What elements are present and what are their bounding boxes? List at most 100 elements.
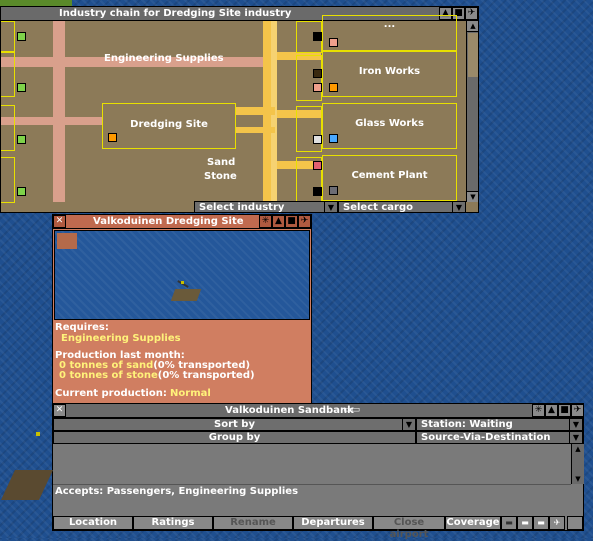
station-title: Valkoduinen Sandbank (225, 405, 354, 416)
select-cargo-dropdown[interactable]: Select cargo ▼ (338, 201, 466, 212)
current-production: Current production: Normal (55, 388, 211, 399)
industry-color-swatch (329, 134, 338, 143)
scroll-up-icon[interactable]: ▲ (572, 444, 584, 454)
cargo-label-stone: Stone (204, 171, 237, 182)
cargo-color-swatch (313, 32, 322, 41)
left-industry-box-2[interactable] (1, 51, 15, 97)
dropdown-arrow-icon: ▼ (324, 202, 337, 212)
ratings-button[interactable]: Ratings (133, 516, 213, 530)
cargo-list-scrollbar[interactable]: ▲ ▼ (571, 444, 584, 484)
shade-icon[interactable]: ▲ (545, 404, 558, 417)
chain-title: Industry chain for Dredging Site industr… (59, 8, 292, 19)
cargo-color-swatch (313, 83, 322, 92)
close-icon[interactable]: ✕ (53, 215, 66, 228)
cargo-color-swatch (313, 69, 322, 78)
center-industry-label: Dredging Site (130, 119, 208, 130)
station-titlebar[interactable]: ✕ Valkoduinen Sandbank ▭▭ ✳ ▲ ■ ✈ (53, 404, 584, 418)
scroll-down-icon[interactable]: ▼ (467, 191, 478, 202)
dropdown-arrow-icon: ▼ (452, 202, 465, 212)
rename-button[interactable]: Rename (213, 516, 293, 530)
right-connector-box-2 (296, 55, 322, 101)
pin-icon[interactable]: ✈ (465, 7, 478, 20)
right-industry-box-iron-works[interactable]: Iron Works (322, 51, 457, 97)
cargo-line-right-h1 (235, 107, 275, 115)
grouping-dropdown[interactable]: Source-Via-Destination ▼ (416, 431, 583, 444)
dredger-ship-sprite (1, 470, 53, 500)
debug-icon[interactable]: ✳ (259, 215, 272, 228)
plane-list-icon[interactable]: ✈ (549, 516, 565, 530)
cargo-label-engineering-supplies: Engineering Supplies (104, 53, 224, 64)
iron-works-label: Iron Works (358, 66, 421, 77)
industry-viewport[interactable] (54, 230, 310, 320)
pin-icon[interactable]: ✈ (298, 215, 311, 228)
right-industry-top-label: ... (383, 19, 396, 30)
scroll-thumb[interactable] (468, 33, 478, 77)
dropdown-arrow-icon: ▼ (569, 419, 582, 430)
cargo-color-swatch (17, 32, 26, 41)
grass-patch (0, 0, 72, 6)
glass-works-label: Glass Works (355, 118, 424, 129)
right-connector-box-3 (296, 106, 322, 152)
cargo-list[interactable] (53, 444, 571, 485)
cargo-line-left (53, 21, 65, 202)
close-airport-button[interactable]: Close airport (373, 516, 445, 540)
shade-icon[interactable]: ▲ (272, 215, 285, 228)
industry-color-swatch (108, 133, 117, 142)
sort-by-dropdown[interactable]: Sort by ▼ (53, 418, 416, 431)
right-industry-box-cement-plant[interactable]: Cement Plant (322, 155, 457, 201)
sticky-icon[interactable]: ■ (285, 215, 298, 228)
industry-window: ✕ Valkoduinen Dredging Site ✳ ▲ ■ ✈ Requ… (52, 214, 312, 406)
cargo-color-swatch (17, 83, 26, 92)
production-line-stone: 0 tonnes of stone(0% transported) (59, 370, 255, 381)
ship-list-icon[interactable]: ▬ (533, 516, 549, 530)
requires-value: Engineering Supplies (61, 333, 181, 344)
dredging-site-sprite (170, 289, 202, 301)
station-window: ✕ Valkoduinen Sandbank ▭▭ ✳ ▲ ■ ✈ Sort b… (52, 403, 584, 540)
departures-button[interactable]: Departures (293, 516, 373, 530)
left-industry-box-3[interactable] (1, 105, 15, 151)
industry-color-swatch (329, 38, 338, 47)
cargo-label-sand: Sand (207, 157, 236, 168)
industry-corner-sprite (57, 233, 77, 249)
vehicle-types-icon: ▭▭ (343, 405, 361, 415)
dropdown-arrow-icon: ▼ (569, 432, 582, 443)
select-industry-dropdown[interactable]: Select industry ▼ (194, 201, 338, 212)
cargo-color-swatch (17, 135, 26, 144)
cargo-color-swatch (17, 187, 26, 196)
truck-list-icon[interactable]: ▬ (517, 516, 533, 530)
scroll-up-icon[interactable]: ▲ (467, 21, 478, 32)
pin-icon[interactable]: ✈ (571, 404, 584, 417)
buoy-sprite (36, 432, 40, 436)
right-industry-box-top[interactable]: ... (322, 15, 457, 51)
dropdown-arrow-icon: ▼ (402, 419, 415, 430)
cement-plant-label: Cement Plant (351, 170, 428, 181)
industry-color-swatch (329, 83, 338, 92)
left-industry-box-4[interactable] (1, 157, 15, 203)
cargo-color-swatch (313, 161, 322, 170)
scroll-down-icon[interactable]: ▼ (572, 474, 584, 484)
resize-grip-icon[interactable] (567, 516, 583, 530)
cargo-color-swatch (313, 187, 322, 196)
industry-chain-window: Industry chain for Dredging Site industr… (0, 6, 479, 213)
close-icon[interactable]: ✕ (53, 404, 66, 417)
cargo-line-left-h2 (1, 117, 103, 125)
buoy-sprite (181, 281, 184, 284)
train-list-icon[interactable]: ▬ (501, 516, 517, 530)
location-button[interactable]: Location (53, 516, 133, 530)
sticky-icon[interactable]: ■ (558, 404, 571, 417)
station-status-dropdown[interactable]: Station: Waiting ▼ (416, 418, 583, 431)
requires-label: Requires: (55, 322, 109, 333)
debug-icon[interactable]: ✳ (532, 404, 545, 417)
industry-color-swatch (329, 186, 338, 195)
cargo-color-swatch (313, 135, 322, 144)
center-industry-box[interactable]: Dredging Site (102, 103, 236, 149)
accepts-text: Accepts: Passengers, Engineering Supplie… (55, 486, 299, 497)
right-industry-box-glass-works[interactable]: Glass Works (322, 103, 457, 149)
chain-scrollbar[interactable]: ▲ ▼ (466, 21, 478, 202)
industry-titlebar[interactable]: ✕ Valkoduinen Dredging Site ✳ ▲ ■ ✈ (53, 215, 311, 229)
coverage-button[interactable]: Coverage (445, 516, 501, 530)
group-by-dropdown[interactable]: Group by (53, 431, 416, 444)
industry-title: Valkoduinen Dredging Site (93, 216, 244, 227)
cargo-line-right-h2 (235, 127, 275, 133)
left-industry-box-1[interactable] (1, 21, 15, 53)
